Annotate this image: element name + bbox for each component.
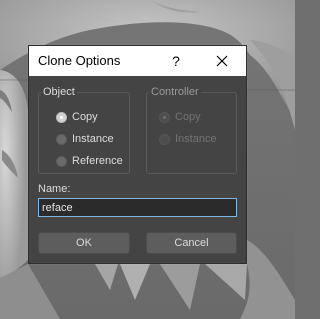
name-input[interactable] — [38, 198, 237, 217]
controller-copy-radio: Copy — [159, 109, 201, 125]
object-reference-radio[interactable]: Reference — [56, 153, 123, 169]
help-button[interactable]: ? — [165, 50, 187, 72]
controller-instance-radio-button — [159, 133, 170, 145]
object-instance-radio-button[interactable] — [56, 133, 67, 145]
clone-options-dialog: Clone Options ? Object Copy Instance Ref… — [28, 45, 247, 264]
object-copy-radio[interactable]: Copy — [56, 109, 98, 125]
controller-group-label: Controller — [149, 86, 201, 98]
object-copy-label: Copy — [72, 111, 98, 123]
controller-copy-label: Copy — [175, 111, 201, 123]
controller-instance-label: Instance — [175, 133, 217, 145]
close-icon — [216, 55, 228, 67]
object-reference-label: Reference — [72, 155, 123, 167]
controller-copy-radio-button — [159, 111, 170, 123]
controller-instance-radio: Instance — [159, 131, 217, 147]
cancel-button[interactable]: Cancel — [146, 232, 237, 254]
dialog-title: Clone Options — [38, 53, 121, 68]
object-instance-radio[interactable]: Instance — [56, 131, 114, 147]
ok-button[interactable]: OK — [38, 232, 130, 254]
close-button[interactable] — [211, 50, 233, 72]
object-instance-label: Instance — [72, 133, 114, 145]
name-label: Name: — [38, 183, 71, 195]
object-copy-radio-button[interactable] — [56, 111, 67, 123]
object-group-label: Object — [41, 86, 77, 98]
object-reference-radio-button[interactable] — [56, 155, 67, 167]
dialog-titlebar[interactable]: Clone Options ? — [29, 46, 246, 76]
